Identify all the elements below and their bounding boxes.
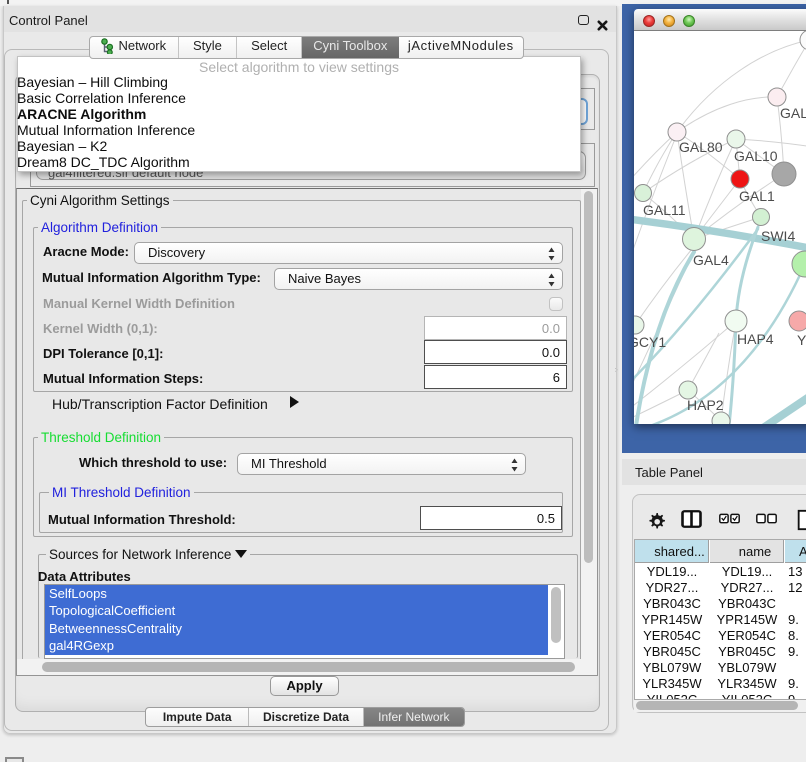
svg-text:GAL4: GAL4 (693, 252, 729, 268)
svg-text:HAP4: HAP4 (737, 331, 774, 347)
svg-text:SWI4: SWI4 (761, 228, 795, 244)
svg-text:GAL2: GAL2 (780, 105, 806, 121)
svg-text:GCY1: GCY1 (634, 334, 666, 350)
svg-text:Y: Y (797, 332, 806, 348)
svg-text:GAL11: GAL11 (643, 202, 686, 218)
svg-text:GAL10: GAL10 (734, 148, 778, 164)
svg-text:HAP2: HAP2 (687, 397, 724, 413)
svg-text:GAL80: GAL80 (679, 139, 723, 155)
svg-text:GAL1: GAL1 (739, 188, 775, 204)
